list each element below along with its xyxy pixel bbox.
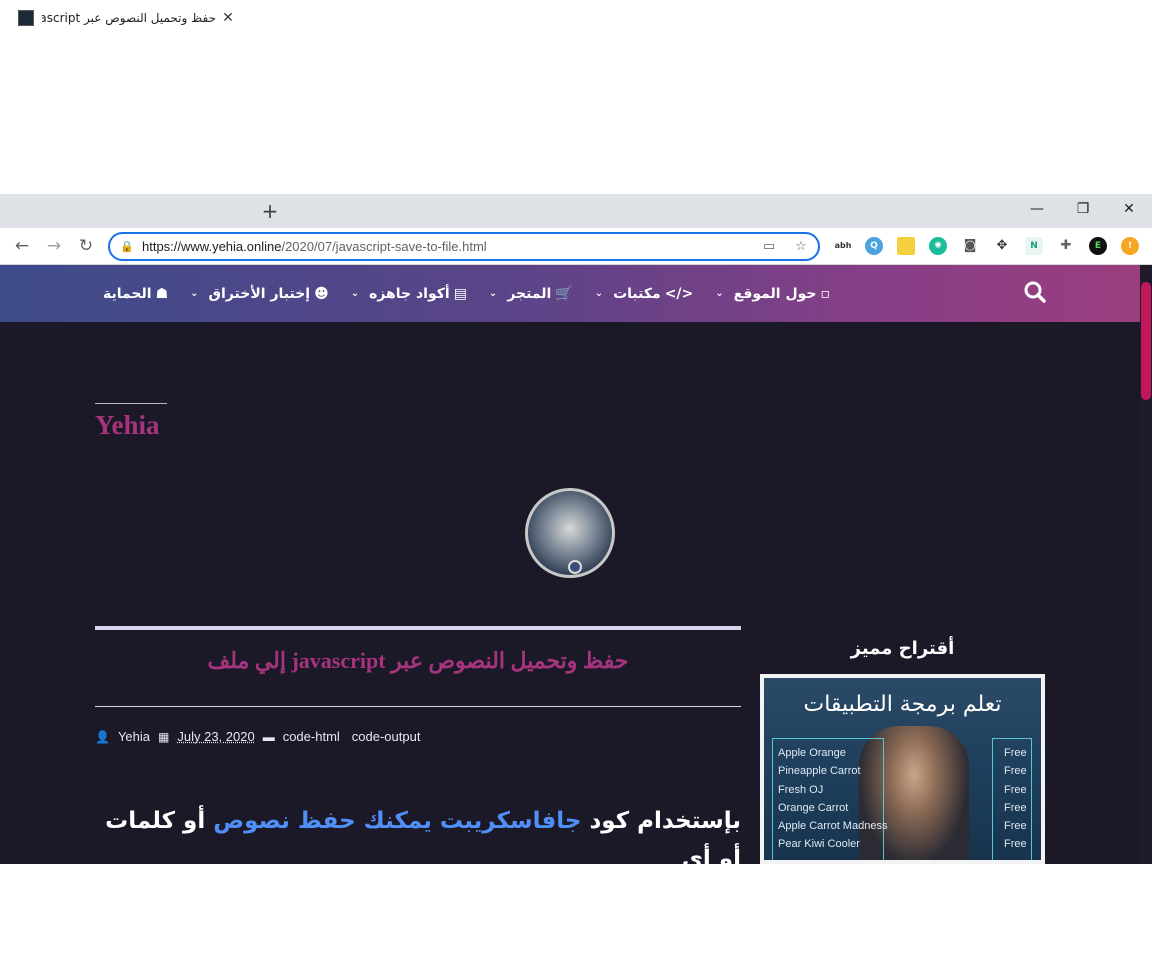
update-alert-icon[interactable]: ! [1121, 237, 1139, 255]
nav-label: إختبار الأختراق [208, 285, 311, 302]
nav-item-store[interactable]: 🛒 المتجر ⌄ [489, 286, 573, 302]
nav-label: الحماية [103, 285, 152, 302]
extension-palette-icon[interactable] [897, 237, 915, 255]
promo-list: Apple Orange Pineapple Carrot Fresh OJ O… [778, 744, 887, 854]
post-meta: 👤 Yehia ▦ July 23, 2020 ▬ code-html code… [95, 729, 420, 744]
close-icon[interactable]: ✕ [1106, 194, 1152, 224]
scrollbar-thumb[interactable] [1141, 282, 1151, 400]
meta-category[interactable]: code-html [283, 729, 340, 744]
post-title[interactable]: حفظ وتحميل النصوص عبر javascript إلي ملف [95, 648, 741, 674]
promo-item: Pear Kiwi Cooler [778, 838, 860, 851]
promo-price: Free [1004, 838, 1027, 851]
arrow-right-icon[interactable]: → [42, 234, 66, 258]
calendar-icon: ▦ [158, 729, 170, 744]
nav-label: مكتبات [613, 285, 661, 302]
promo-banner[interactable]: تعلم برمجة التطبيقات Apple Orange Pineap… [760, 674, 1045, 864]
cart-icon: 🛒 [555, 285, 573, 302]
post-excerpt: بإستخدام كود جافاسكريبت يمكنك حفظ نصوص أ… [95, 802, 741, 954]
chevron-down-icon: ⌄ [715, 288, 724, 299]
extension-move-icon[interactable]: ✥ [993, 237, 1011, 255]
promo-price: Free [1004, 765, 1027, 778]
chevron-down-icon: ⌄ [594, 288, 604, 299]
file-code-icon: ▤ [453, 285, 467, 302]
excerpt-text: بيانات الي ملف txt أو أي صيغة أخرى مثل T… [109, 884, 742, 948]
lock-icon[interactable]: 🔒 [120, 240, 134, 253]
tab-strip [0, 194, 1152, 228]
browser-tab[interactable]: حفظ وتحميل النصوص عبر javascript ✕ [8, 2, 246, 34]
sidebar-title: أقتراح مميز [850, 638, 955, 659]
divider [95, 403, 167, 404]
nav-menu: ▫ حول الموقع ⌄ </> مكتبات ⌄ 🛒 المتجر ⌄ ▤ أكواد … [103, 265, 830, 322]
minimize-icon[interactable]: — [1014, 194, 1060, 224]
promo-price: Free [1004, 820, 1027, 833]
url-host: https://www.yehia.online [142, 239, 282, 254]
arrow-left-icon[interactable]: ← [10, 234, 34, 258]
star-icon[interactable]: ☆ [792, 238, 810, 256]
meta-category[interactable]: code-output [352, 729, 421, 744]
promo-price: Free [1004, 747, 1027, 759]
chevron-down-icon: ⌄ [350, 288, 360, 299]
extension-abh-icon[interactable]: abh [834, 237, 852, 255]
divider [95, 706, 741, 707]
info-icon: ▫ [820, 285, 831, 302]
browser-toolbar: ← → ↻ 🔒 https://www.yehia.online/2020/07… [0, 228, 1152, 265]
address-bar[interactable]: 🔒 https://www.yehia.online/2020/07/javas… [108, 232, 820, 261]
user-secret-icon: ☗ [155, 285, 169, 302]
excerpt-text: بإستخدام كود [581, 808, 742, 834]
promo-price-list: Free Free Free Free Free Free [1004, 744, 1027, 854]
user-icon: 👤 [95, 729, 110, 744]
puzzle-icon[interactable]: ✚ [1057, 237, 1075, 255]
meta-author[interactable]: Yehia [118, 729, 150, 744]
extension-camera-icon[interactable]: ◙ [961, 237, 979, 255]
extension-gear-icon[interactable]: ✺ [929, 237, 947, 255]
divider [95, 626, 741, 630]
nav-item-codes[interactable]: ▤ أكواد جاهزه ⌄ [351, 286, 467, 302]
new-tab-button[interactable]: + [260, 199, 280, 223]
install-app-icon[interactable]: ▭ [760, 238, 778, 256]
chevron-down-icon: ⌄ [488, 288, 498, 299]
user-lock-icon: ☻ [314, 285, 329, 302]
promo-price: Free [1004, 783, 1027, 796]
site-favicon-icon [18, 10, 34, 26]
restore-icon[interactable]: ❐ [1060, 194, 1106, 224]
nav-item-about[interactable]: ▫ حول الموقع ⌄ [715, 286, 830, 302]
excerpt-link[interactable]: جافاسكريبت يمكنك حفظ نصوص [213, 808, 581, 834]
tab-close-icon[interactable]: ✕ [220, 10, 236, 26]
nav-label: حول الموقع [733, 285, 817, 302]
author-title[interactable]: Yehia [95, 410, 160, 441]
promo-item: Orange Carrot [778, 801, 849, 814]
chevron-down-icon: ⌄ [190, 288, 199, 299]
promo-heading: تعلم برمجة التطبيقات [803, 692, 1002, 717]
nav-label: أكواد جاهزه [369, 285, 450, 302]
promo-item: Pineapple Carrot [778, 765, 861, 778]
site-navbar: ▫ حول الموقع ⌄ </> مكتبات ⌄ 🛒 المتجر ⌄ ▤ أكواد … [0, 265, 1140, 322]
folder-icon: ▬ [262, 729, 275, 744]
url-path: /2020/07/javascript-save-to-file.html [281, 239, 487, 254]
extension-e-icon[interactable]: E [1089, 237, 1107, 255]
search-icon[interactable] [1022, 279, 1048, 305]
reload-icon[interactable]: ↻ [74, 234, 98, 258]
nav-item-libraries[interactable]: </> مكتبات ⌄ [595, 286, 694, 302]
code-icon: </> [664, 285, 694, 302]
promo-price: Free [1004, 801, 1027, 814]
nav-item-pentest[interactable]: ☻ إختبار الأختراق ⌄ [190, 286, 329, 302]
extension-search-icon[interactable]: Q [865, 237, 883, 255]
nav-item-security[interactable]: ☗ الحماية [103, 286, 168, 302]
meta-date[interactable]: July 23, 2020 [177, 729, 254, 744]
tab-title: حفظ وتحميل النصوص عبر javascript [42, 11, 216, 25]
verified-badge-icon [568, 560, 582, 574]
extension-n-icon[interactable]: N [1025, 237, 1043, 255]
promo-item: Apple Orange [778, 747, 846, 759]
promo-item: Fresh OJ [778, 783, 824, 796]
promo-item: Apple Carrot Madness [778, 820, 888, 833]
nav-label: المتجر [507, 285, 552, 302]
